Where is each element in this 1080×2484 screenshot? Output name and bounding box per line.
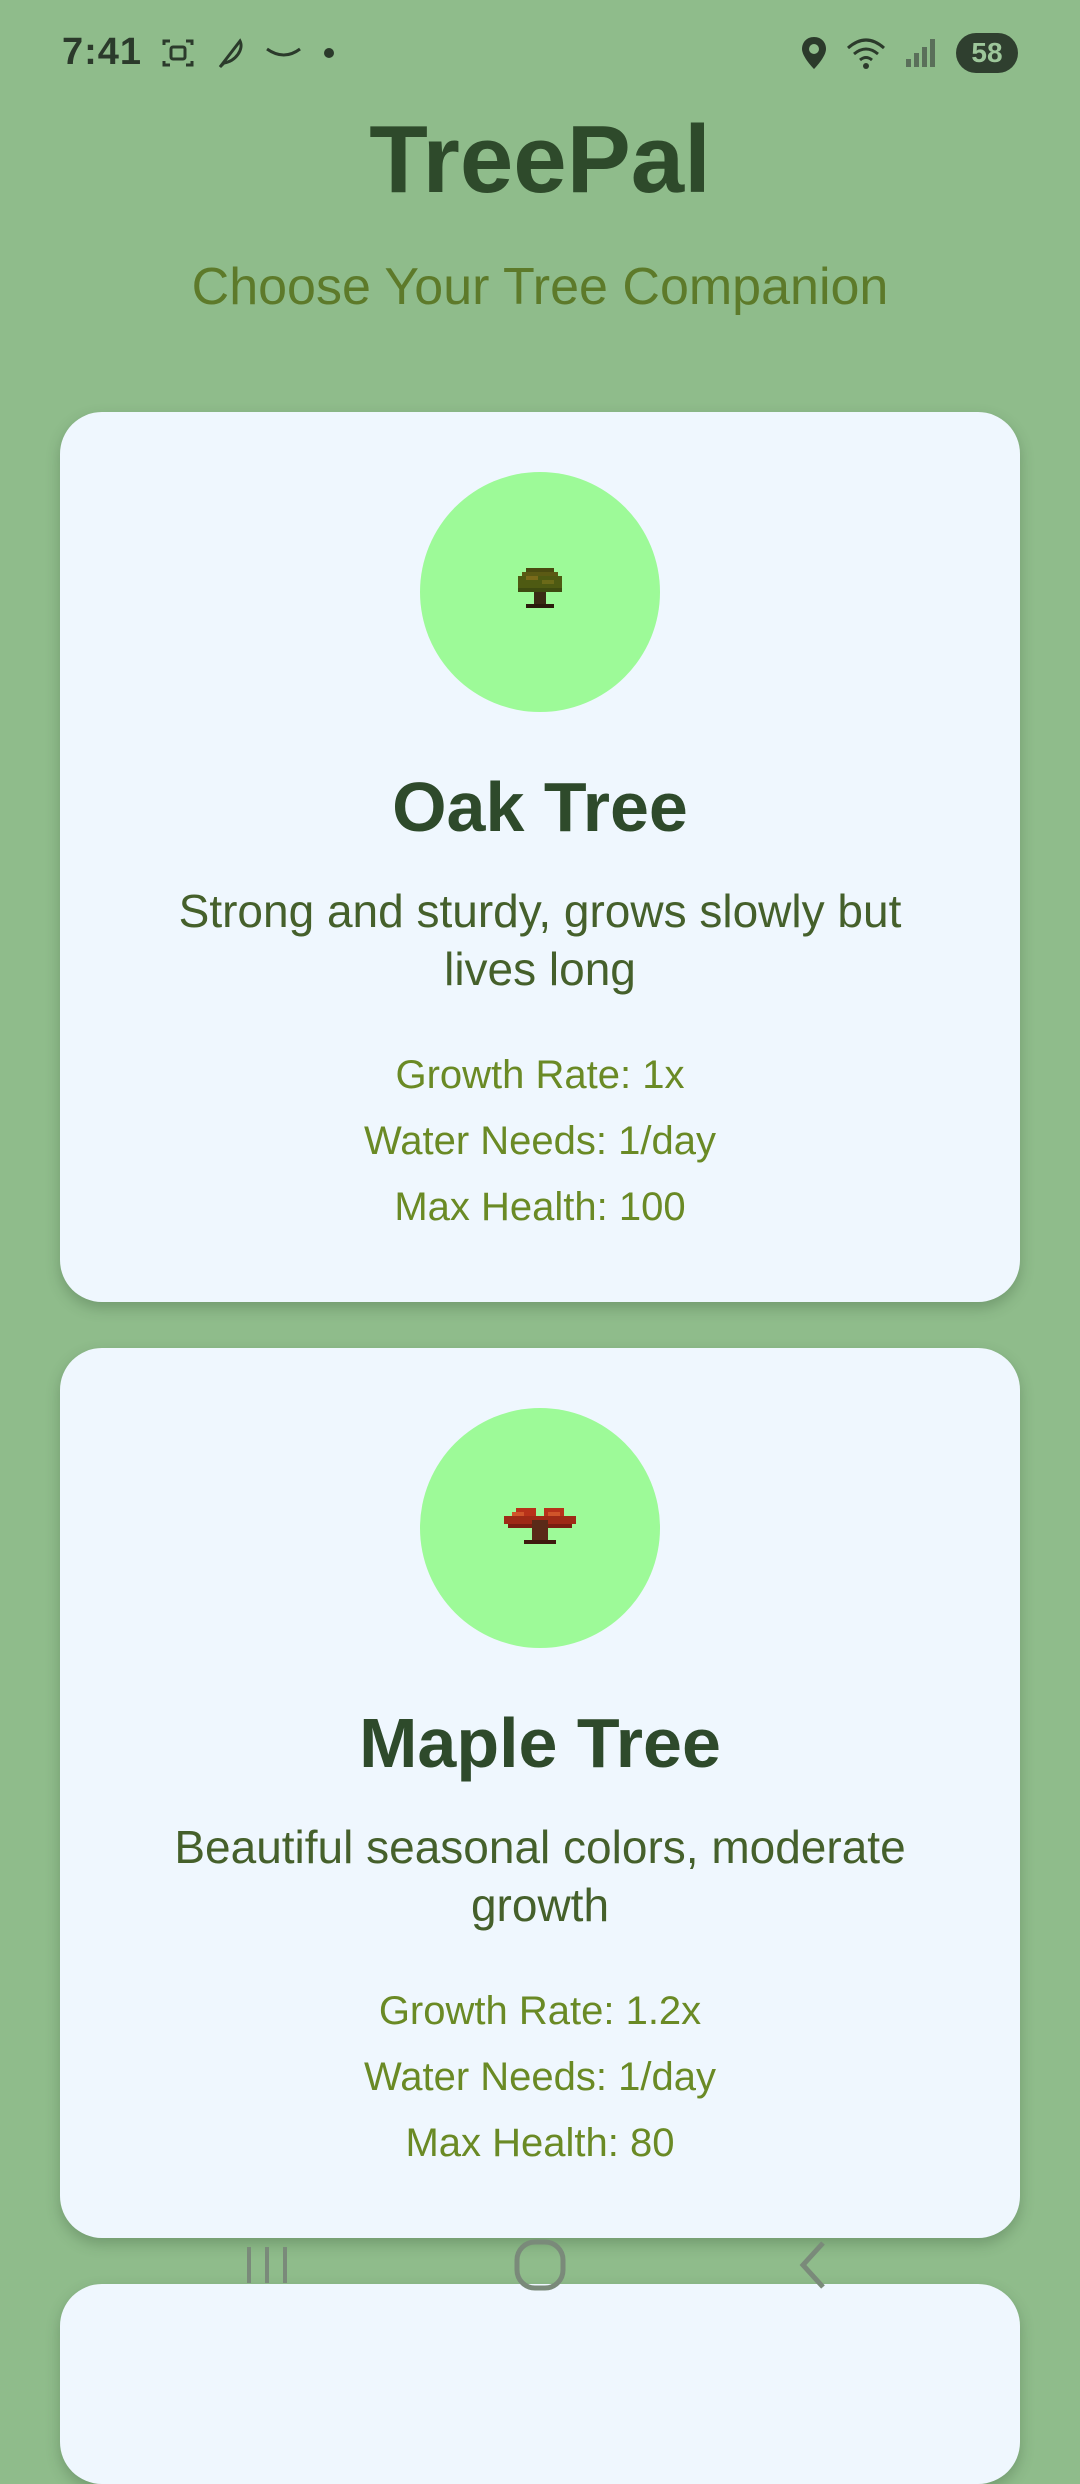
tree-avatar-circle (420, 472, 660, 712)
app-subtitle: Choose Your Tree Companion (191, 258, 889, 316)
battery-icon: 58 (956, 32, 1018, 73)
growth-rate: Growth Rate: 1.2x (378, 1989, 702, 2033)
status-bar: 7:41 58 (0, 0, 1080, 105)
status-bar-left: 7:41 (62, 31, 336, 74)
location-icon (800, 35, 828, 71)
water-needs: Water Needs: 1/day (363, 1119, 716, 1163)
max-health: Max Health: 80 (405, 2121, 675, 2165)
tree-card-partial[interactable] (60, 2284, 1020, 2484)
max-health: Max Health: 100 (394, 1185, 686, 1229)
recent-apps-icon[interactable] (222, 2230, 312, 2300)
amazon-smile-icon (264, 43, 304, 63)
water-needs: Water Needs: 1/day (363, 2055, 716, 2099)
growth-rate: Growth Rate: 1x (395, 1053, 685, 1097)
tree-name: Oak Tree (392, 768, 688, 846)
tree-name: Maple Tree (359, 1704, 721, 1782)
status-bar-right: 58 (800, 32, 1018, 73)
tree-description: Strong and sturdy, grows slowly but live… (178, 885, 902, 995)
tree-card-maple[interactable]: Maple Tree Beautiful seasonal colors, mo… (60, 1348, 1020, 2238)
oak-tree-icon (514, 564, 566, 621)
status-time: 7:41 (62, 31, 143, 73)
app-title: TreePal (369, 106, 711, 213)
screenshot-icon (160, 35, 196, 71)
tree-card-oak[interactable]: Oak Tree Strong and sturdy, grows slowly… (60, 412, 1020, 1302)
maple-tree-icon (500, 1500, 580, 1557)
wifi-icon (846, 36, 886, 70)
tree-description: Beautiful seasonal colors, moderate grow… (174, 1821, 906, 1931)
tree-avatar-circle (420, 1408, 660, 1648)
back-icon[interactable] (768, 2230, 858, 2300)
home-icon[interactable] (495, 2230, 585, 2300)
notification-dot-icon (322, 46, 336, 60)
navigation-bar (0, 2225, 1080, 2305)
signal-icon (904, 37, 938, 69)
feather-icon (214, 35, 246, 71)
